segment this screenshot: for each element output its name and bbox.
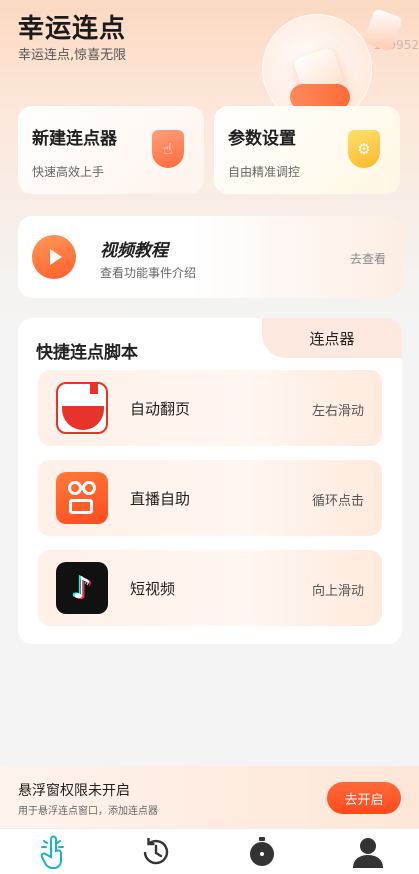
video-tutorial-title: 视频教程 — [100, 241, 168, 261]
play-icon[interactable] — [32, 235, 76, 279]
app-subtitle: 幸运连点,惊喜无限 — [18, 48, 127, 63]
new-clicker-card[interactable]: 新建连点器 快速高效上手 ☝ — [18, 106, 204, 194]
script-item-action: 循环点击 — [311, 494, 364, 509]
permission-banner-subtitle: 用于悬浮连点窗口，添加连点器 — [18, 806, 158, 817]
hand-tap-icon: ☝ — [152, 130, 184, 168]
quick-scripts-panel: 连点器 快捷连点脚本 自动翻页 左右滑动 直播自助 循环点击 ♪ 短视频 向上滑… — [18, 318, 402, 644]
permission-banner: 悬浮窗权限未开启 用于悬浮连点窗口，添加连点器 去开启 — [0, 766, 419, 828]
red-app-icon — [56, 382, 108, 434]
video-tutorial-card[interactable]: 视频教程 查看功能事件介绍 去查看 — [18, 216, 402, 298]
history-icon[interactable] — [136, 833, 176, 871]
parameter-settings-card[interactable]: 参数设置 自由精准调控 ⚙ — [214, 106, 400, 194]
tap-icon[interactable] — [34, 833, 74, 871]
stopwatch-icon[interactable] — [242, 833, 282, 871]
quick-scripts-title: 快捷连点脚本 — [36, 343, 138, 363]
script-item-action: 左右滑动 — [311, 404, 364, 419]
script-item-name: 自动翻页 — [130, 400, 191, 418]
script-item-name: 直播自助 — [130, 490, 191, 508]
profile-icon[interactable] — [348, 833, 388, 871]
tab-clicker[interactable]: 连点器 — [262, 318, 402, 358]
app-title: 幸运连点 — [18, 14, 127, 44]
view-video-link[interactable]: 去查看 — [350, 250, 386, 267]
permission-banner-title: 悬浮窗权限未开启 — [18, 783, 130, 799]
kuaishou-icon — [56, 472, 108, 524]
gear-icon: ⚙ — [348, 130, 380, 168]
script-item-short-video[interactable]: ♪ 短视频 向上滑动 — [38, 550, 382, 626]
video-tutorial-subtitle: 查看功能事件介绍 — [100, 266, 197, 280]
script-item-action: 向上滑动 — [311, 584, 364, 599]
bottom-nav — [0, 828, 419, 874]
script-item-name: 短视频 — [130, 580, 176, 598]
enable-permission-button[interactable]: 去开启 — [327, 782, 401, 814]
script-item-live-assist[interactable]: 直播自助 循环点击 — [38, 460, 382, 536]
tiktok-icon: ♪ — [56, 562, 108, 614]
script-item-auto-page-turn[interactable]: 自动翻页 左右滑动 — [38, 370, 382, 446]
